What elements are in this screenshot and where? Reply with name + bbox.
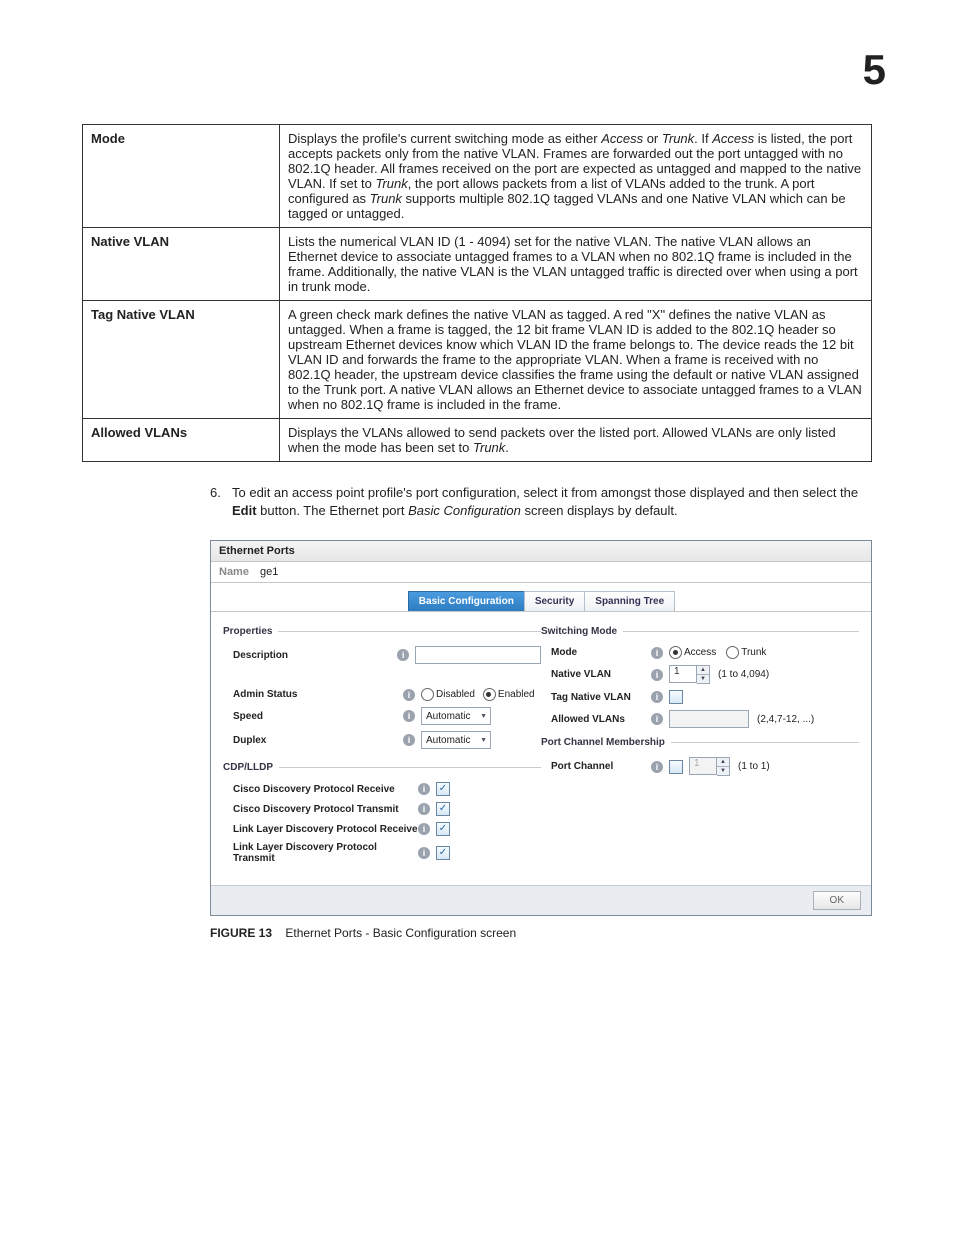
port-channel-spinner[interactable]: 1 ▲▼ xyxy=(689,757,730,776)
allowed-vlans-hint: (2,4,7-12, ...) xyxy=(757,714,814,725)
table-row: Tag Native VLANA green check mark define… xyxy=(83,301,872,419)
info-icon[interactable]: i xyxy=(651,691,663,703)
spinner-up-icon[interactable]: ▲ xyxy=(717,758,729,766)
mode-label: Mode xyxy=(541,647,651,658)
info-icon[interactable]: i xyxy=(418,823,430,835)
description-cell: Displays the profile's current switching… xyxy=(280,125,872,228)
table-row: ModeDisplays the profile's current switc… xyxy=(83,125,872,228)
panel-title: Ethernet Ports xyxy=(211,541,871,562)
admin-status-enabled-radio[interactable] xyxy=(483,688,496,701)
tag-native-vlan-checkbox[interactable] xyxy=(669,690,683,704)
tab-spanning-tree[interactable]: Spanning Tree xyxy=(584,591,675,611)
spinner-down-icon[interactable]: ▼ xyxy=(697,674,709,683)
cdp-receive-label: Cisco Discovery Protocol Receive xyxy=(223,784,418,795)
info-icon[interactable]: i xyxy=(403,689,415,701)
step-text: To edit an access point profile's port c… xyxy=(232,485,858,518)
info-icon[interactable]: i xyxy=(651,669,663,681)
info-icon[interactable]: i xyxy=(651,647,663,659)
figure-caption: FIGURE 13 Ethernet Ports - Basic Configu… xyxy=(210,926,872,940)
port-channel-checkbox[interactable] xyxy=(669,760,683,774)
section-switching-mode: Switching Mode xyxy=(541,626,859,637)
native-vlan-input[interactable]: 1 xyxy=(669,665,697,683)
section-cdp-lldp: CDP/LLDP xyxy=(223,762,541,773)
lldp-transmit-checkbox[interactable]: ✓ xyxy=(436,846,450,860)
admin-status-disabled-radio[interactable] xyxy=(421,688,434,701)
description-label: Description xyxy=(223,650,397,661)
native-vlan-spinner[interactable]: 1 ▲▼ xyxy=(669,665,710,684)
duplex-select[interactable]: Automatic xyxy=(421,731,491,749)
cdp-receive-checkbox[interactable]: ✓ xyxy=(436,782,450,796)
tag-native-vlan-label: Tag Native VLAN xyxy=(541,692,651,703)
cdp-transmit-checkbox[interactable]: ✓ xyxy=(436,802,450,816)
section-properties: Properties xyxy=(223,626,541,637)
cdp-transmit-label: Cisco Discovery Protocol Transmit xyxy=(223,804,418,815)
ok-button[interactable]: OK xyxy=(813,891,861,910)
info-icon[interactable]: i xyxy=(397,649,409,661)
term-cell: Mode xyxy=(83,125,280,228)
speed-select[interactable]: Automatic xyxy=(421,707,491,725)
info-icon[interactable]: i xyxy=(418,783,430,795)
step-6: 6.To edit an access point profile's port… xyxy=(210,484,872,520)
lldp-transmit-label: Link Layer Discovery Protocol Transmit xyxy=(223,842,418,864)
chapter-number: 5 xyxy=(863,46,886,94)
name-bar: Name ge1 xyxy=(211,562,871,583)
ethernet-ports-screenshot: Ethernet Ports Name ge1 Basic Configurat… xyxy=(210,540,872,916)
table-row: Native VLANLists the numerical VLAN ID (… xyxy=(83,228,872,301)
table-row: Allowed VLANsDisplays the VLANs allowed … xyxy=(83,419,872,462)
tab-bar: Basic Configuration Security Spanning Tr… xyxy=(211,583,871,611)
section-port-channel: Port Channel Membership xyxy=(541,737,859,748)
info-icon[interactable]: i xyxy=(403,710,415,722)
duplex-label: Duplex xyxy=(223,735,403,746)
section-port-channel-label: Port Channel Membership xyxy=(541,737,665,748)
allowed-vlans-input[interactable] xyxy=(669,710,749,728)
admin-status-label: Admin Status xyxy=(223,689,403,700)
mode-trunk-radio[interactable] xyxy=(726,646,739,659)
term-cell: Native VLAN xyxy=(83,228,280,301)
info-icon[interactable]: i xyxy=(418,803,430,815)
description-cell: A green check mark defines the native VL… xyxy=(280,301,872,419)
disabled-label: Disabled xyxy=(436,689,475,700)
section-properties-label: Properties xyxy=(223,626,272,637)
trunk-label: Trunk xyxy=(741,647,766,658)
spinner-up-icon[interactable]: ▲ xyxy=(697,666,709,674)
access-label: Access xyxy=(684,647,716,658)
step-number: 6. xyxy=(210,484,232,502)
definitions-table: ModeDisplays the profile's current switc… xyxy=(82,124,872,462)
lldp-receive-checkbox[interactable]: ✓ xyxy=(436,822,450,836)
speed-label: Speed xyxy=(223,711,403,722)
spinner-down-icon[interactable]: ▼ xyxy=(717,766,729,775)
port-channel-label: Port Channel xyxy=(541,761,651,772)
term-cell: Tag Native VLAN xyxy=(83,301,280,419)
section-cdp-lldp-label: CDP/LLDP xyxy=(223,762,273,773)
info-icon[interactable]: i xyxy=(651,713,663,725)
section-switching-mode-label: Switching Mode xyxy=(541,626,617,637)
description-cell: Displays the VLANs allowed to send packe… xyxy=(280,419,872,462)
mode-access-radio[interactable] xyxy=(669,646,682,659)
panel-footer: OK xyxy=(211,885,871,915)
port-channel-range: (1 to 1) xyxy=(738,761,770,772)
native-vlan-range: (1 to 4,094) xyxy=(718,669,769,680)
name-label: Name xyxy=(219,566,249,578)
figure-number: FIGURE 13 xyxy=(210,926,272,940)
info-icon[interactable]: i xyxy=(418,847,430,859)
enabled-label: Enabled xyxy=(498,689,535,700)
figure-caption-text: Ethernet Ports - Basic Configuration scr… xyxy=(285,926,516,940)
info-icon[interactable]: i xyxy=(403,734,415,746)
tab-security[interactable]: Security xyxy=(524,591,585,611)
lldp-receive-label: Link Layer Discovery Protocol Receive xyxy=(223,824,418,835)
native-vlan-label: Native VLAN xyxy=(541,669,651,680)
tab-basic-configuration[interactable]: Basic Configuration xyxy=(408,591,525,611)
description-cell: Lists the numerical VLAN ID (1 - 4094) s… xyxy=(280,228,872,301)
description-input[interactable] xyxy=(415,646,541,664)
term-cell: Allowed VLANs xyxy=(83,419,280,462)
name-value: ge1 xyxy=(260,566,278,578)
info-icon[interactable]: i xyxy=(651,761,663,773)
port-channel-input[interactable]: 1 xyxy=(689,757,717,775)
allowed-vlans-label: Allowed VLANs xyxy=(541,714,651,725)
